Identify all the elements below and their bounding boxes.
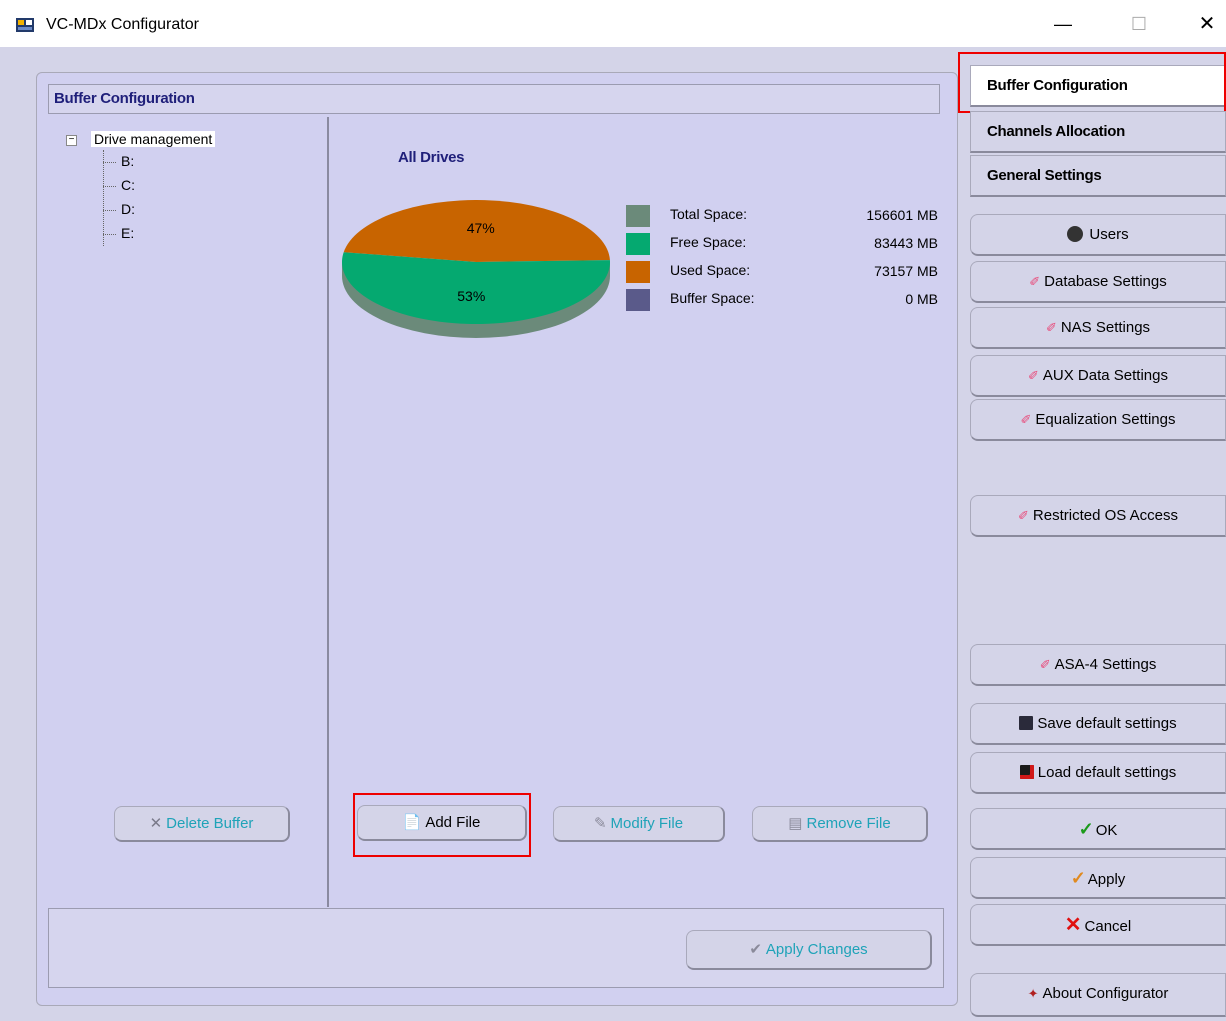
pie-label-free-space: 53% [457,288,485,304]
cancel-x-icon: ✕ [1064,914,1082,936]
legend-swatch-buffer [626,289,650,311]
modify-file-button[interactable]: ✎ Modify File [553,806,725,842]
delete-buffer-label: Delete Buffer [166,815,254,832]
chart-legend: Total Space: 156601 MB Free Space: 83443… [626,205,946,317]
tree-root-label[interactable]: Drive management [91,131,216,147]
pen-icon: ✐ [1018,508,1029,523]
legend-swatch-total [626,205,650,227]
close-button[interactable]: ✕ [1184,8,1226,40]
about-configurator-button[interactable]: ✦ About Configurator [970,973,1226,1017]
legend-value-buffer: 0 MB [905,291,938,307]
window-title: VC-MDx Configurator [46,16,199,33]
legend-swatch-used [626,261,650,283]
pen-icon: ✐ [1029,274,1041,289]
section-title: Buffer Configuration [54,90,195,107]
load-default-settings-button[interactable]: Load default settings [970,752,1226,794]
modify-file-label: Modify File [610,815,684,832]
load-disk-icon [1019,765,1034,779]
about-icon: ✦ [1027,986,1039,1001]
legend-label-used: Used Space: [670,262,751,278]
apply-changes-button[interactable]: ✔ Apply Changes [686,930,932,970]
nas-settings-button[interactable]: ✐ NAS Settings [970,307,1226,349]
apply-check-icon: ✓ [1070,868,1086,888]
legend-value-used: 73157 MB [874,263,938,279]
legend-free-space: Free Space: 83443 MB [626,233,946,261]
remove-file-icon: ▤ [788,815,803,832]
apply-button[interactable]: ✓ Apply [970,857,1226,899]
check-icon: ✔ [749,941,762,958]
save-default-settings-button[interactable]: Save default settings [970,703,1226,745]
cancel-button[interactable]: ✕ Cancel [970,904,1226,946]
legend-value-free: 83443 MB [874,235,938,251]
minimize-button[interactable]: — [1040,8,1086,40]
database-settings-button[interactable]: ✐ Database Settings [970,261,1226,303]
add-file-highlight [353,793,531,857]
save-disk-icon [1019,716,1034,730]
tab-channels-allocation[interactable]: Channels Allocation [970,111,1226,153]
app-icon [16,18,34,32]
remove-file-label: Remove File [806,815,891,832]
legend-used-space: Used Space: 73157 MB [626,261,946,289]
pencil-icon: ✎ [593,815,607,832]
chart-title: All Drives [398,149,465,166]
user-icon [1067,226,1084,242]
legend-total-space: Total Space: 156601 MB [626,205,946,233]
drive-space-pie-chart: 47% 53% [342,200,610,338]
collapse-icon[interactable]: − [66,135,77,146]
maximize-button[interactable]: ☐ [1116,8,1162,40]
drive-tree-pane [50,117,329,907]
restricted-os-access-button[interactable]: ✐ Restricted OS Access [970,495,1226,537]
ok-button[interactable]: ✓ OK [970,808,1226,850]
section-header: Buffer Configuration [48,84,940,114]
pie-label-used-space: 47% [467,220,495,236]
legend-label-free: Free Space: [670,234,747,250]
delete-buffer-button[interactable]: ✕ Delete Buffer [114,806,290,842]
title-bar: VC-MDx Configurator — ☐ ✕ [0,0,1226,47]
legend-buffer-space: Buffer Space: 0 MB [626,289,946,317]
pen-icon: ✐ [1028,368,1039,383]
equalization-settings-button[interactable]: ✐ Equalization Settings [970,399,1226,441]
legend-swatch-free [626,233,650,255]
pen-icon: ✐ [1039,657,1051,672]
active-tab-highlight [958,52,1226,113]
legend-label-buffer: Buffer Space: [670,290,755,306]
check-icon: ✓ [1078,819,1094,839]
aux-data-settings-button[interactable]: ✐ AUX Data Settings [970,355,1226,397]
legend-label-total: Total Space: [670,206,748,222]
legend-value-total: 156601 MB [866,207,938,223]
apply-changes-label: Apply Changes [765,941,868,958]
delete-icon: ✕ [149,815,163,832]
pen-icon: ✐ [1045,320,1057,335]
pen-icon: ✐ [1020,412,1032,427]
tree-connector [103,150,104,246]
tab-general-settings[interactable]: General Settings [970,155,1226,197]
asa4-settings-button[interactable]: ✐ ASA-4 Settings [970,644,1226,686]
remove-file-button[interactable]: ▤ Remove File [752,806,928,842]
users-button[interactable]: Users [970,214,1226,256]
